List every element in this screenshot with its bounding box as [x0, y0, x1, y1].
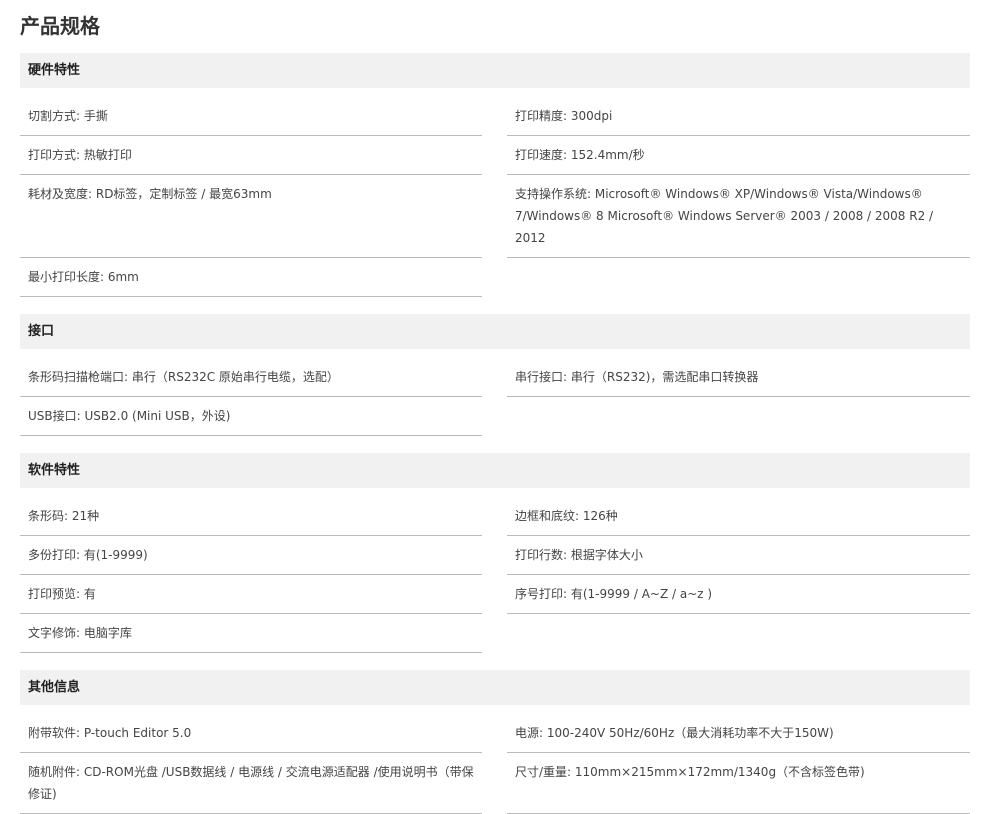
spec-item: 打印精度: 300dpi [507, 97, 970, 136]
spec-item: 打印行数: 根据字体大小 [507, 536, 970, 575]
spec-item: USB接口: USB2.0 (Mini USB，外设) [20, 397, 482, 436]
spec-item: 支持操作系统: Microsoft® Windows® XP/Windows® … [507, 175, 970, 258]
spec-item: 附带软件: P-touch Editor 5.0 [20, 714, 482, 753]
spec-item: 条形码扫描枪端口: 串行（RS232C 原始串行电缆，选配） [20, 358, 482, 397]
section-interface: 接口 条形码扫描枪端口: 串行（RS232C 原始串行电缆，选配） 串行接口: … [20, 314, 970, 436]
spec-item: 电源: 100-240V 50Hz/60Hz（最大消耗功率不大于150W) [507, 714, 970, 753]
spec-item: 耗材及宽度: RD标签，定制标签 / 最宽63mm [20, 175, 482, 258]
spec-item: 序号打印: 有(1-9999 / A~Z / a~z ) [507, 575, 970, 614]
empty-cell [507, 397, 970, 436]
spec-item: 最小打印长度: 6mm [20, 258, 482, 297]
spec-item: 切割方式: 手撕 [20, 97, 482, 136]
section-other: 其他信息 附带软件: P-touch Editor 5.0 电源: 100-24… [20, 670, 970, 814]
spec-item: 多份打印: 有(1-9999) [20, 536, 482, 575]
spec-item: 边框和底纹: 126种 [507, 497, 970, 536]
empty-cell [507, 258, 970, 297]
section-hardware: 硬件特性 切割方式: 手撕 打印精度: 300dpi 打印方式: 热敏打印 打印… [20, 53, 970, 297]
spec-item: 串行接口: 串行（RS232)，需选配串口转换器 [507, 358, 970, 397]
empty-cell [507, 614, 970, 653]
spec-item: 打印方式: 热敏打印 [20, 136, 482, 175]
spec-item: 文字修饰: 电脑字库 [20, 614, 482, 653]
section-heading: 接口 [20, 314, 970, 349]
page-title: 产品规格 [20, 14, 100, 38]
section-heading: 软件特性 [20, 453, 970, 488]
section-heading: 硬件特性 [20, 53, 970, 88]
spec-item: 条形码: 21种 [20, 497, 482, 536]
spec-item: 打印预览: 有 [20, 575, 482, 614]
spec-item: 打印速度: 152.4mm/秒 [507, 136, 970, 175]
section-heading: 其他信息 [20, 670, 970, 705]
spec-page: 产品规格 硬件特性 切割方式: 手撕 打印精度: 300dpi 打印方式: 热敏… [0, 0, 987, 814]
section-software: 软件特性 条形码: 21种 边框和底纹: 126种 多份打印: 有(1-9999… [20, 453, 970, 653]
